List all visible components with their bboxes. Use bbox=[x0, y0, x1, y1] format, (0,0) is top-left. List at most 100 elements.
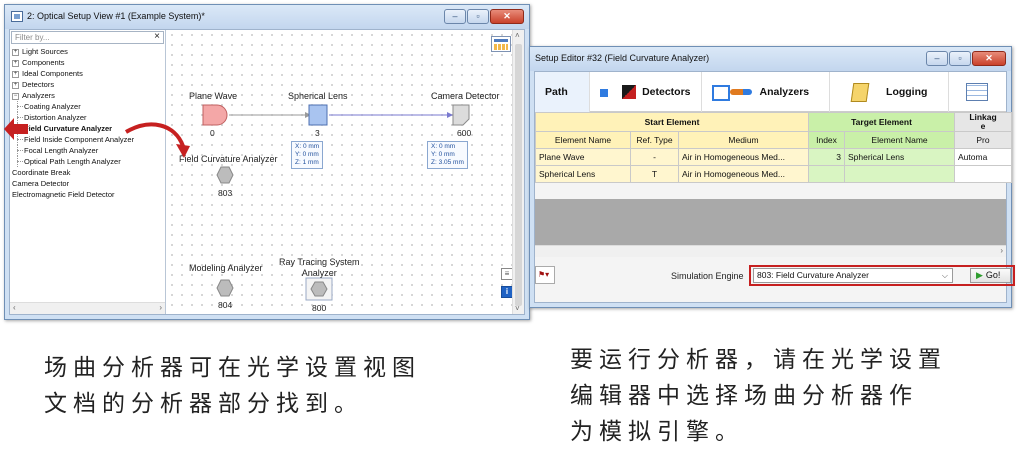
maximize-button[interactable]: ▫ bbox=[467, 9, 489, 24]
table-cell[interactable]: 3 bbox=[808, 148, 846, 166]
position-z: Z: 1 mm bbox=[295, 159, 319, 166]
left-caption-line1: 场曲分析器可在光学设置视图 bbox=[44, 355, 421, 381]
table-cell[interactable] bbox=[954, 165, 1013, 183]
tree-item[interactable]: + Detectors bbox=[12, 79, 163, 90]
minimize-button[interactable]: – bbox=[926, 51, 948, 66]
scroll-down-icon[interactable]: ˅ bbox=[515, 304, 520, 313]
window2-title: Setup Editor #32 (Field Curvature Analyz… bbox=[535, 53, 710, 63]
table-cell[interactable] bbox=[808, 165, 846, 183]
simulation-engine-label: Simulation Engine bbox=[671, 271, 744, 281]
table-cell[interactable]: T bbox=[630, 165, 679, 183]
column-header[interactable]: Element Name bbox=[535, 131, 631, 149]
table-cell[interactable]: Air in Homogeneous Med... bbox=[677, 165, 810, 183]
column-header[interactable]: Ref. Type bbox=[630, 131, 679, 149]
table-cell[interactable]: - bbox=[630, 148, 679, 166]
column-header[interactable]: Element Name bbox=[844, 131, 956, 149]
table-row[interactable]: Plane Wave - Air in Homogeneous Med... 3… bbox=[535, 148, 1013, 166]
tree-expander-icon[interactable]: − bbox=[12, 92, 19, 100]
spherical-lens-element[interactable] bbox=[308, 104, 328, 126]
tab-detectors[interactable]: Detectors bbox=[590, 72, 702, 112]
plane-wave-element[interactable] bbox=[202, 104, 228, 126]
canvas-vertical-scrollbar[interactable]: ˄ ˅ bbox=[512, 30, 524, 314]
configuration-icon: ⚑▾ bbox=[538, 270, 550, 279]
plane-wave-index: 0 bbox=[210, 128, 215, 138]
table-cell[interactable]: Automa bbox=[954, 148, 1013, 166]
spherical-lens-label: Spherical Lens bbox=[288, 91, 348, 101]
scroll-thumb[interactable] bbox=[515, 44, 522, 306]
go-label: Go! bbox=[985, 270, 1001, 280]
table-cell[interactable]: Spherical Lens bbox=[844, 148, 956, 166]
tree-expander-icon[interactable]: + bbox=[12, 70, 19, 78]
position-z: Z: 3.05 mm bbox=[431, 159, 464, 166]
maximize-button[interactable]: ▫ bbox=[949, 51, 971, 66]
window2-controls: – ▫ ✕ bbox=[926, 51, 1006, 66]
simulation-engine-select[interactable]: 803: Field Curvature Analyzer ⌵ bbox=[753, 268, 953, 283]
tree-item[interactable]: − Analyzers bbox=[12, 90, 163, 101]
filter-input[interactable]: Filter by... × bbox=[11, 31, 164, 44]
scroll-up-icon[interactable]: ˄ bbox=[515, 31, 520, 40]
ray-tracing-analyzer-label: Ray Tracing System Analyzer bbox=[279, 257, 360, 279]
column-header[interactable]: Pro bbox=[954, 131, 1013, 149]
close-button[interactable]: ✕ bbox=[972, 51, 1006, 66]
table-cell[interactable]: Spherical Lens bbox=[535, 165, 631, 183]
configuration-dropdown-button[interactable]: ⚑▾ bbox=[535, 266, 555, 284]
tab-path[interactable]: Path bbox=[535, 72, 590, 112]
setup-editor-window: Setup Editor #32 (Field Curvature Analyz… bbox=[529, 46, 1015, 308]
optical-setup-canvas[interactable]: Plane Wave 0 Spherical Lens 3 X: 0 mm Y:… bbox=[167, 30, 513, 314]
table-cell[interactable]: Air in Homogeneous Med... bbox=[677, 148, 810, 166]
right-caption: 要运行分析器，请在光学设置 编辑器中选择场曲分析器作 为模拟引擎。 bbox=[570, 342, 947, 450]
table-cell[interactable] bbox=[844, 165, 956, 183]
modeling-analyzer-label: Modeling Analyzer bbox=[189, 263, 263, 273]
drag-annotation-arrows bbox=[4, 118, 190, 158]
ray-tracing-analyzer-element[interactable] bbox=[305, 277, 333, 301]
position-y: Y: 0 mm bbox=[295, 151, 319, 158]
tree-item[interactable]: + Light Sources bbox=[12, 46, 163, 57]
modeling-analyzer-element[interactable] bbox=[216, 279, 234, 297]
tree-expander-icon[interactable]: + bbox=[12, 81, 19, 89]
column-header[interactable]: Medium bbox=[677, 131, 810, 149]
camera-detector-element[interactable] bbox=[452, 104, 470, 126]
window1-titlebar[interactable]: 2: Optical Setup View #1 (Example System… bbox=[5, 5, 529, 29]
plane-wave-label: Plane Wave bbox=[189, 91, 238, 101]
table-view-icon[interactable] bbox=[491, 36, 511, 52]
scroll-right-icon[interactable]: › bbox=[1000, 246, 1003, 255]
chevron-down-icon: ⌵ bbox=[941, 271, 948, 280]
tab-detectors-label: Detectors bbox=[642, 86, 691, 98]
logging-icon bbox=[850, 82, 870, 102]
window1-title: 2: Optical Setup View #1 (Example System… bbox=[27, 11, 205, 21]
table-cell[interactable]: Plane Wave bbox=[535, 148, 631, 166]
modeling-analyzer-index: 804 bbox=[218, 300, 233, 310]
tree-item-label: Analyzers bbox=[22, 91, 55, 100]
go-button[interactable]: ▶ Go! bbox=[970, 268, 1011, 283]
tab-logging[interactable]: Logging bbox=[830, 72, 949, 112]
ray-tracing-analyzer-index: 800 bbox=[312, 303, 327, 313]
ray-tracing-label-line2: Analyzer bbox=[301, 268, 337, 278]
tree-item-label: Light Sources bbox=[22, 47, 68, 56]
left-caption-line2: 文档的分析器部分找到。 bbox=[44, 391, 363, 417]
tree-item[interactable]: + Ideal Components bbox=[12, 68, 163, 79]
tree-item-label: Detectors bbox=[22, 80, 55, 89]
minimize-button[interactable]: – bbox=[444, 9, 466, 24]
column-header[interactable]: Index bbox=[808, 131, 846, 149]
scroll-right-icon[interactable]: › bbox=[159, 303, 162, 312]
target-element-header: Target Element bbox=[808, 112, 956, 132]
editor-ribbon: Path Detectors Analyzers Logging bbox=[535, 72, 1006, 112]
table-row[interactable]: Spherical Lens T Air in Homogeneous Med.… bbox=[535, 165, 1013, 183]
tab-analyzers[interactable]: Analyzers bbox=[702, 72, 830, 112]
camera-detector-label: Camera Detector bbox=[431, 91, 500, 101]
clear-filter-icon[interactable]: × bbox=[154, 31, 160, 42]
window2-titlebar[interactable]: Setup Editor #32 (Field Curvature Analyz… bbox=[530, 47, 1011, 71]
table-settings-button[interactable] bbox=[949, 72, 1006, 112]
table-settings-icon bbox=[966, 83, 989, 101]
drag-arrow-curved-icon bbox=[124, 122, 190, 158]
editor-bottom-bar: ⚑▾ Simulation Engine 803: Field Curvatur… bbox=[535, 258, 1015, 302]
tree-expander-icon[interactable]: + bbox=[12, 59, 19, 67]
tree-horizontal-scrollbar[interactable]: ‹ › bbox=[10, 302, 165, 314]
tree-item[interactable]: + Components bbox=[12, 57, 163, 68]
scroll-left-icon[interactable]: ‹ bbox=[13, 303, 16, 312]
table-horizontal-scrollbar[interactable]: › bbox=[535, 245, 1006, 257]
field-curvature-analyzer-element[interactable] bbox=[216, 166, 234, 184]
filter-placeholder: Filter by... bbox=[15, 33, 50, 42]
tree-expander-icon[interactable]: + bbox=[12, 48, 19, 56]
close-button[interactable]: ✕ bbox=[490, 9, 524, 24]
